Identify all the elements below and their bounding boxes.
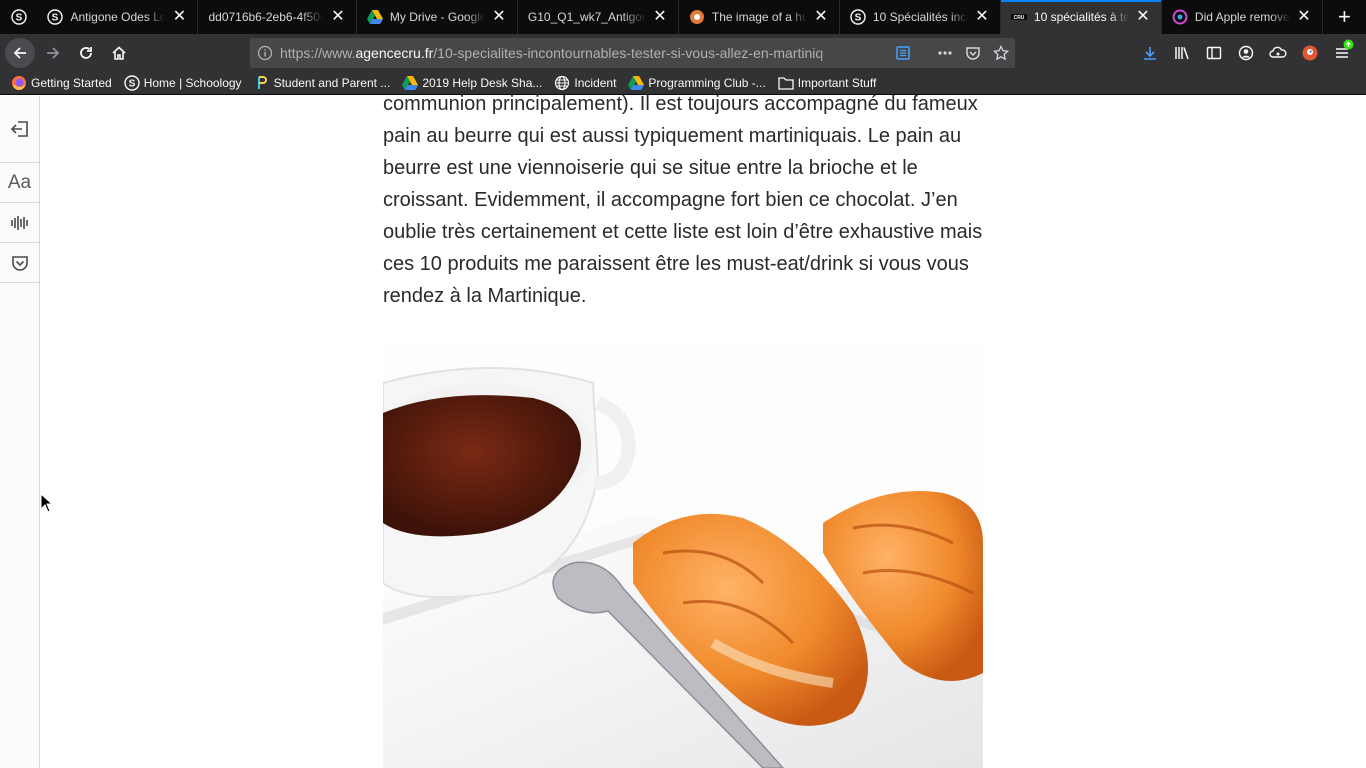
close-tab-icon[interactable]: ✕ (974, 9, 990, 25)
close-tab-icon[interactable]: ✕ (491, 9, 507, 25)
account-icon (1238, 45, 1254, 61)
svg-text:S: S (855, 13, 862, 24)
account-button[interactable] (1230, 37, 1262, 69)
bookmark-label: Getting Started (31, 76, 112, 90)
url-text[interactable]: https://www.agencecru.fr/10-specialites-… (280, 45, 855, 61)
site-icon (1172, 9, 1188, 25)
type-controls-button[interactable]: Aa (0, 163, 39, 203)
home-button[interactable] (103, 37, 135, 69)
article-content: communion principalement). Il est toujou… (383, 88, 993, 312)
close-tab-icon[interactable]: ✕ (652, 9, 668, 25)
agencecru-icon: CRU (1010, 9, 1027, 25)
pinned-tab-schoology[interactable]: S (0, 0, 37, 34)
tab-image-of-hug[interactable]: The image of a hug ✕ (679, 0, 840, 34)
svg-text:S: S (52, 13, 59, 24)
page-actions-button[interactable] (931, 38, 959, 68)
reader-toolbar: Aa (0, 96, 40, 768)
forward-button[interactable] (37, 37, 69, 69)
schoology-icon: S (124, 75, 140, 91)
extension-cloud-icon (1269, 46, 1287, 58)
google-drive-icon (366, 9, 383, 25)
bookmark-label: Student and Parent ... (273, 76, 391, 90)
svg-text:S: S (128, 79, 135, 90)
bookmark-student-parent[interactable]: Student and Parent ... (254, 75, 391, 91)
update-badge-icon (1343, 39, 1354, 50)
pocket-icon (11, 255, 28, 271)
svg-text:S: S (15, 13, 22, 24)
p-logo-icon (254, 75, 270, 91)
bookmark-getting-started[interactable]: Getting Started (11, 75, 112, 91)
bookmark-home-schoology[interactable]: S Home | Schoology (124, 75, 242, 91)
back-arrow-icon (13, 47, 26, 59)
exit-reader-icon (10, 121, 28, 137)
home-icon (112, 46, 126, 60)
tab-strip: S S Antigone Odes Lo ✕ dd0716b6-2eb6-4f5… (0, 0, 1366, 34)
download-arrow-icon (1144, 47, 1156, 60)
mouse-cursor-icon (40, 493, 52, 513)
site-icon (689, 9, 705, 25)
tab-apple-remove[interactable]: Did Apple remove c ✕ (1162, 0, 1323, 34)
url-prefix: https://www. (280, 45, 356, 61)
sidebar-icon (1206, 46, 1222, 60)
back-button[interactable] (5, 38, 35, 68)
firefox-icon (11, 75, 27, 91)
navigation-toolbar: https://www.agencecru.fr/10-specialites-… (0, 34, 1366, 72)
reader-view-button[interactable] (889, 38, 917, 68)
bookmark-label: Home | Schoology (143, 76, 242, 90)
duckduckgo-icon (1302, 45, 1318, 61)
article-image-chocolate-and-pain-au-beurre (383, 343, 983, 768)
site-info-icon[interactable] (250, 45, 280, 61)
close-reader-view-button[interactable] (0, 96, 39, 163)
tab-antigone-pdf[interactable]: G10_Q1_wk7_Antigone.p ✕ (518, 0, 679, 34)
new-tab-button[interactable]: + (1323, 0, 1366, 34)
article-paragraph: communion principalement). Il est toujou… (383, 93, 983, 307)
reload-button[interactable] (70, 37, 102, 69)
narrate-waveform-icon (10, 215, 28, 230)
tab-title: dd0716b6-2eb6-4f50- (208, 10, 324, 24)
sidebar-toggle-button[interactable] (1198, 37, 1230, 69)
narrate-button[interactable] (0, 203, 39, 243)
more-dots-icon (938, 51, 952, 55)
library-icon (1175, 47, 1189, 60)
tab-title: Did Apple remove c (1194, 10, 1290, 24)
close-tab-icon[interactable]: ✕ (330, 9, 346, 25)
pocket-icon (966, 47, 980, 60)
close-tab-icon[interactable]: ✕ (1296, 9, 1312, 25)
menu-button[interactable] (1326, 37, 1358, 69)
url-domain: agencecru.fr (355, 45, 434, 61)
reload-icon (80, 47, 92, 59)
tab-antigone-odes[interactable]: S Antigone Odes Lo ✕ (37, 0, 199, 34)
reader-pocket-button[interactable] (0, 243, 39, 283)
tab-pdf-document[interactable]: dd0716b6-2eb6-4f50- ✕ (198, 0, 357, 34)
extension-button[interactable] (1262, 37, 1294, 69)
svg-text:CRU: CRU (1013, 15, 1024, 21)
tab-title: My Drive - Google D (389, 10, 485, 24)
library-button[interactable] (1166, 37, 1198, 69)
tab-title: The image of a hug (711, 10, 807, 24)
close-tab-icon[interactable]: ✕ (171, 9, 187, 25)
schoology-icon: S (47, 9, 64, 25)
tab-title: Antigone Odes Lo (70, 10, 166, 24)
schoology-icon: S (11, 9, 27, 25)
star-icon (993, 45, 1009, 61)
bookmark-star-button[interactable] (987, 38, 1015, 68)
save-to-pocket-button[interactable] (959, 38, 987, 68)
tab-specialites-schoology[interactable]: S 10 Spécialités inco ✕ (840, 0, 1001, 34)
tab-google-drive[interactable]: My Drive - Google D ✕ (357, 0, 518, 34)
tab-specialites-active[interactable]: CRU 10 spécialités à tes ✕ (1000, 0, 1162, 34)
schoology-icon: S (850, 9, 866, 25)
close-tab-icon[interactable]: ✕ (1135, 9, 1151, 25)
tab-title: 10 Spécialités inco (872, 10, 968, 24)
reader-view-icon (896, 46, 910, 60)
tab-title: G10_Q1_wk7_Antigone.p (527, 10, 646, 24)
close-tab-icon[interactable]: ✕ (813, 9, 829, 25)
forward-arrow-icon (47, 47, 60, 59)
tab-title: 10 spécialités à tes (1033, 10, 1129, 24)
url-path: /10-specialites-incontournables-tester-s… (433, 45, 824, 61)
url-bar[interactable]: https://www.agencecru.fr/10-specialites-… (250, 38, 1015, 68)
downloads-button[interactable] (1134, 37, 1166, 69)
duckduckgo-extension-button[interactable] (1294, 37, 1326, 69)
